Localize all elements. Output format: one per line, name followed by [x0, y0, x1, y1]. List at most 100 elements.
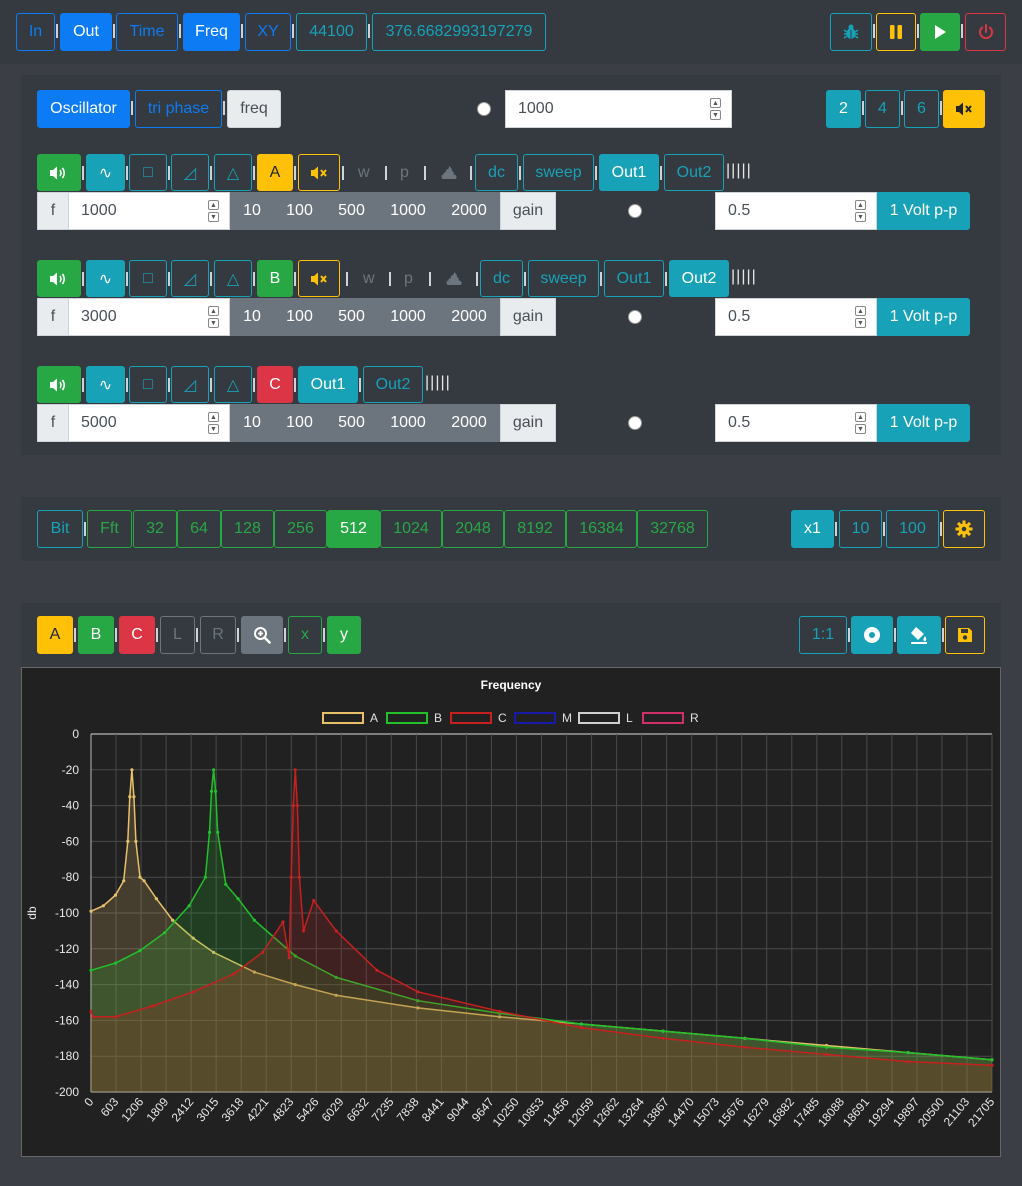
row-b-freq-input[interactable]: 3000 ▲ ▼ — [68, 298, 230, 336]
row-a-out1-button[interactable]: Out1 — [599, 154, 659, 191]
row-a-triangle-button[interactable]: △ — [214, 154, 252, 191]
preset-1000[interactable]: 1000 — [378, 308, 438, 326]
row-c-sine-button[interactable]: ∿ — [86, 366, 125, 403]
view-channel-r[interactable]: R — [200, 616, 236, 654]
fft-size-1024[interactable]: 1024 — [380, 510, 442, 548]
row-b-volt-button[interactable]: 1 Volt p-p — [877, 298, 970, 336]
debug-button[interactable] — [830, 13, 872, 51]
row-c-label-button[interactable]: C — [257, 366, 293, 403]
preset-100[interactable]: 100 — [274, 202, 325, 220]
row-b-label-button[interactable]: B — [257, 260, 293, 297]
scale-x1-button[interactable]: x1 — [791, 510, 834, 548]
row-c-volt-button[interactable]: 1 Volt p-p — [877, 404, 970, 442]
preset-10[interactable]: 10 — [230, 308, 274, 326]
pause-button[interactable] — [876, 13, 916, 51]
row-a-mute-button[interactable] — [298, 154, 340, 191]
spinner[interactable]: ▲ ▼ — [208, 412, 219, 434]
row-b-mute-button[interactable] — [298, 260, 340, 297]
preset-2000[interactable]: 2000 — [438, 202, 500, 220]
preset-500[interactable]: 500 — [325, 308, 378, 326]
row-a-freq-input[interactable]: 1000 ▲ ▼ — [68, 192, 230, 230]
row-b-sine-button[interactable]: ∿ — [86, 260, 125, 297]
spinner[interactable]: ▲ ▼ — [208, 200, 219, 222]
row-c-sawtooth-button[interactable]: ◿ — [171, 366, 209, 403]
preset-2000[interactable]: 2000 — [438, 308, 500, 326]
zoom-button[interactable] — [241, 616, 283, 654]
preset-1000[interactable]: 1000 — [378, 202, 438, 220]
preset-500[interactable]: 500 — [325, 202, 378, 220]
row-b-out1-button[interactable]: Out1 — [604, 260, 664, 297]
preset-10[interactable]: 10 — [230, 414, 274, 432]
play-button[interactable] — [920, 13, 960, 51]
fill-button[interactable] — [897, 616, 941, 654]
row-c-triangle-button[interactable]: △ — [214, 366, 252, 403]
channels-6-button[interactable]: 6 — [904, 90, 939, 128]
channels-4-button[interactable]: 4 — [865, 90, 900, 128]
view-channel-a[interactable]: A — [37, 616, 73, 654]
row-b-dc-button[interactable]: dc — [480, 260, 523, 297]
spinner[interactable]: ▲ ▼ — [855, 200, 866, 222]
fft-size-8192[interactable]: 8192 — [504, 510, 566, 548]
value-display[interactable]: 376.6682993197279 — [372, 13, 546, 51]
bit-button[interactable]: Bit — [37, 510, 83, 548]
fft-size-2048[interactable]: 2048 — [442, 510, 504, 548]
sample-rate-button[interactable]: 44100 — [296, 13, 367, 51]
row-a-dc-button[interactable]: dc — [475, 154, 518, 191]
fft-size-16384[interactable]: 16384 — [566, 510, 637, 548]
row-b-gain-input[interactable]: 0.5 ▲ ▼ — [715, 298, 877, 336]
scale-100-button[interactable]: 100 — [886, 510, 939, 548]
preset-10[interactable]: 10 — [230, 202, 274, 220]
fft-size-128[interactable]: 128 — [221, 510, 274, 548]
row-c-speaker-button[interactable] — [37, 366, 81, 403]
preset-2000[interactable]: 2000 — [438, 414, 500, 432]
save-button[interactable] — [945, 616, 985, 654]
y-axis-button[interactable]: y — [327, 616, 361, 654]
oscillator-freq-input[interactable]: 1000 ▲ ▼ — [505, 90, 732, 128]
row-c-radio[interactable] — [628, 416, 642, 430]
row-a-square-button[interactable]: □ — [129, 154, 167, 191]
channels-2-button[interactable]: 2 — [826, 90, 861, 128]
row-a-sine-button[interactable]: ∿ — [86, 154, 125, 191]
row-c-out2-button[interactable]: Out2 — [363, 366, 423, 403]
fft-button[interactable]: Fft — [87, 510, 132, 548]
row-a-sawtooth-button[interactable]: ◿ — [171, 154, 209, 191]
row-b-out2-button[interactable]: Out2 — [669, 260, 729, 297]
fft-size-32768[interactable]: 32768 — [637, 510, 708, 548]
in-button[interactable]: In — [16, 13, 55, 51]
scale-10-button[interactable]: 10 — [839, 510, 882, 548]
row-c-freq-input[interactable]: 5000 ▲ ▼ — [68, 404, 230, 442]
preset-100[interactable]: 100 — [274, 308, 325, 326]
fft-size-512[interactable]: 512 — [327, 510, 380, 548]
row-c-square-button[interactable]: □ — [129, 366, 167, 403]
view-channel-l[interactable]: L — [160, 616, 195, 654]
row-b-square-button[interactable]: □ — [129, 260, 167, 297]
spinner[interactable]: ▲ ▼ — [710, 98, 721, 120]
freq-button[interactable]: Freq — [183, 13, 240, 51]
tab-freq[interactable]: freq — [227, 90, 281, 128]
fft-size-64[interactable]: 64 — [177, 510, 221, 548]
spinner[interactable]: ▲ ▼ — [855, 306, 866, 328]
spinner[interactable]: ▲ ▼ — [855, 412, 866, 434]
tab-oscillator[interactable]: Oscillator — [37, 90, 130, 128]
settings-button[interactable] — [943, 510, 985, 548]
fft-size-256[interactable]: 256 — [274, 510, 327, 548]
row-a-sweep-button[interactable]: sweep — [523, 154, 594, 191]
spinner[interactable]: ▲ ▼ — [208, 306, 219, 328]
preset-100[interactable]: 100 — [274, 414, 325, 432]
out-button[interactable]: Out — [60, 13, 112, 51]
view-channel-c[interactable]: C — [119, 616, 155, 654]
preset-1000[interactable]: 1000 — [378, 414, 438, 432]
row-a-label-button[interactable]: A — [257, 154, 293, 191]
row-b-speaker-button[interactable] — [37, 260, 81, 297]
tab-tri-phase[interactable]: tri phase — [135, 90, 222, 128]
row-c-gain-input[interactable]: 0.5 ▲ ▼ — [715, 404, 877, 442]
row-a-out2-button[interactable]: Out2 — [664, 154, 724, 191]
row-b-triangle-button[interactable]: △ — [214, 260, 252, 297]
xy-button[interactable]: XY — [245, 13, 291, 51]
freq-radio[interactable] — [477, 102, 491, 116]
preset-500[interactable]: 500 — [325, 414, 378, 432]
view-channel-b[interactable]: B — [78, 616, 114, 654]
power-button[interactable] — [965, 13, 1006, 51]
row-a-radio[interactable] — [628, 204, 642, 218]
x-axis-button[interactable]: x — [288, 616, 322, 654]
